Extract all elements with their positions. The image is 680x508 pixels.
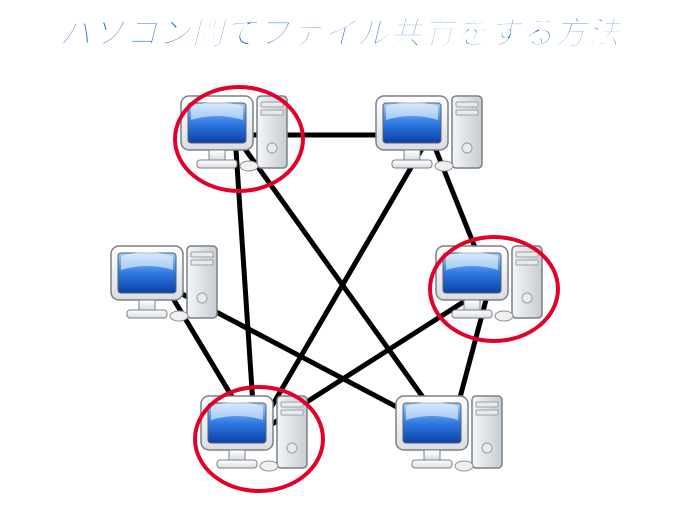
page-title: パソコン間でファイル共有をする方法 (0, 8, 680, 54)
diagram-stage: パソコン間でファイル共有をする方法 (0, 0, 680, 508)
computer-icon (370, 90, 490, 180)
network-edges (0, 0, 680, 508)
computer-icon (390, 390, 510, 480)
computer-icon (175, 90, 295, 180)
computer-icon (430, 240, 550, 330)
computer-icon (105, 240, 225, 330)
computer-icon (195, 390, 315, 480)
